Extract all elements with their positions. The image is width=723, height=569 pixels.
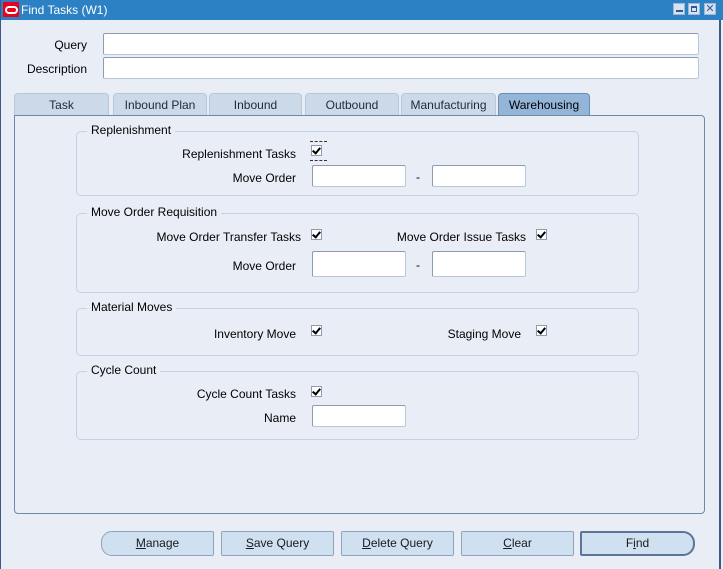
move-order-issue-tasks-label: Move Order Issue Tasks bbox=[396, 230, 526, 244]
replenishment-move-order-from-input[interactable] bbox=[312, 165, 406, 187]
save-query-button[interactable]: Save Query bbox=[221, 531, 334, 556]
description-input[interactable] bbox=[103, 57, 699, 79]
cycle-count-name-label: Name bbox=[263, 411, 296, 425]
requisition-move-order-to-input[interactable] bbox=[432, 251, 526, 277]
staging-move-checkbox[interactable] bbox=[536, 325, 547, 336]
clear-label: lear bbox=[511, 536, 532, 550]
replenishment-move-order-label: Move Order bbox=[232, 171, 296, 185]
delete-query-button[interactable]: Delete Query bbox=[341, 531, 454, 556]
tab-warehousing[interactable]: Warehousing bbox=[498, 93, 590, 116]
material-moves-group: Material Moves bbox=[76, 300, 639, 356]
tab-task[interactable]: Task bbox=[14, 93, 109, 115]
replenishment-tasks-checkbox[interactable] bbox=[311, 145, 322, 156]
window-title: Find Tasks (W1) bbox=[21, 3, 108, 17]
replenishment-move-order-to-input[interactable] bbox=[432, 165, 526, 187]
replenishment-tasks-label: Replenishment Tasks bbox=[182, 147, 296, 161]
tab-manufacturing[interactable]: Manufacturing bbox=[401, 93, 496, 115]
clear-button[interactable]: Clear bbox=[461, 531, 574, 556]
tab-inbound[interactable]: Inbound bbox=[209, 93, 302, 115]
delete-query-label: elete Query bbox=[370, 536, 433, 550]
inventory-move-label: Inventory Move bbox=[213, 327, 296, 341]
tab-outbound[interactable]: Outbound bbox=[305, 93, 399, 115]
focus-indicator bbox=[310, 160, 327, 161]
save-query-label: ave Query bbox=[253, 536, 310, 550]
move-order-transfer-tasks-label: Move Order Transfer Tasks bbox=[156, 230, 302, 244]
manage-mnemonic: M bbox=[135, 536, 146, 550]
query-input[interactable] bbox=[103, 33, 699, 55]
manage-button[interactable]: Manage bbox=[101, 531, 214, 556]
title-bar[interactable]: Find Tasks (W1) ✕ bbox=[1, 0, 723, 20]
focus-indicator bbox=[310, 141, 327, 142]
maximize-icon[interactable] bbox=[688, 3, 700, 15]
find-label: nd bbox=[635, 536, 650, 550]
manage-label: anage bbox=[145, 536, 180, 550]
move-order-requisition-group-title: Move Order Requisition bbox=[87, 205, 222, 219]
minimize-icon[interactable] bbox=[673, 3, 685, 15]
range-separator: - bbox=[416, 170, 420, 184]
tab-inbound-plan[interactable]: Inbound Plan bbox=[113, 93, 207, 115]
staging-move-label: Staging Move bbox=[447, 327, 521, 341]
cycle-count-tasks-label: Cycle Count Tasks bbox=[196, 387, 296, 401]
description-label: Description bbox=[26, 62, 87, 76]
cycle-count-name-input[interactable] bbox=[312, 405, 406, 427]
requisition-move-order-from-input[interactable] bbox=[312, 251, 406, 277]
save-query-mnemonic: S bbox=[245, 536, 254, 550]
replenishment-group-title: Replenishment bbox=[87, 123, 176, 137]
range-separator: - bbox=[416, 258, 420, 272]
oracle-logo-icon bbox=[3, 2, 19, 17]
cycle-count-tasks-checkbox[interactable] bbox=[311, 386, 322, 397]
find-button[interactable]: Find bbox=[580, 531, 695, 556]
inventory-move-checkbox[interactable] bbox=[311, 325, 322, 336]
move-order-transfer-tasks-checkbox[interactable] bbox=[311, 229, 322, 240]
move-order-issue-tasks-checkbox[interactable] bbox=[536, 229, 547, 240]
material-moves-group-title: Material Moves bbox=[87, 300, 177, 314]
query-label: Query bbox=[54, 38, 87, 52]
requisition-move-order-label: Move Order bbox=[232, 259, 296, 273]
delete-query-mnemonic: D bbox=[362, 536, 371, 550]
close-icon[interactable]: ✕ bbox=[704, 3, 716, 15]
cycle-count-group-title: Cycle Count bbox=[87, 363, 161, 377]
find-tasks-window: Find Tasks (W1) ✕ Query Description Task… bbox=[0, 0, 723, 569]
clear-mnemonic: C bbox=[503, 536, 512, 550]
